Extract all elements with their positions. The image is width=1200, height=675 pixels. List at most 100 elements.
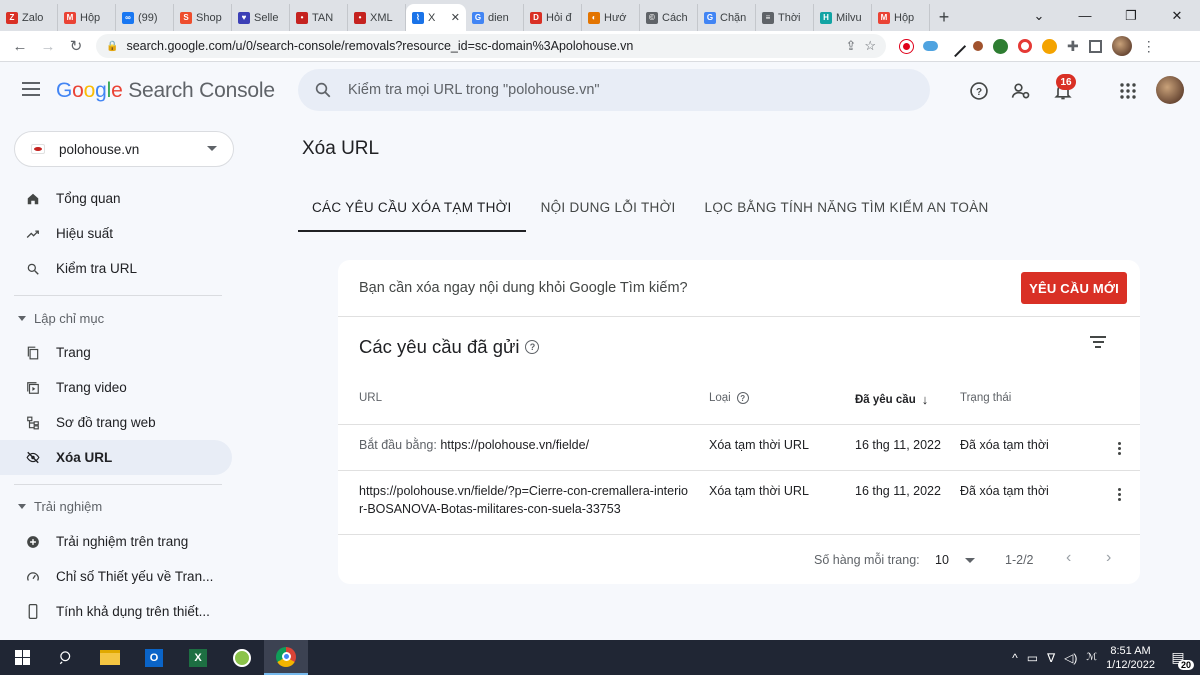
account-avatar[interactable] [1156, 76, 1184, 104]
volume-icon[interactable]: ◁) [1064, 651, 1077, 665]
sidebar-item-removals[interactable]: Xóa URL [0, 440, 232, 475]
vpn-icon[interactable]: ∇ [1047, 651, 1055, 665]
reload-icon[interactable]: ↻ [62, 32, 90, 60]
browser-tab[interactable]: © Cách [640, 4, 698, 31]
eye-off-icon [26, 450, 40, 465]
cookie-extension-icon[interactable] [973, 41, 983, 51]
sidebar-item-overview[interactable]: Tổng quan [0, 181, 232, 216]
chrome-taskbar-icon[interactable] [264, 640, 308, 675]
tab-label: Hỏi đ [546, 11, 572, 24]
row-status: Đã xóa tạm thời [960, 438, 1049, 452]
rows-per-page-select[interactable]: 10 [935, 553, 975, 567]
new-request-button[interactable]: YÊU CẦU MỚI [1021, 272, 1127, 304]
filter-icon[interactable] [1090, 336, 1106, 348]
search-icon[interactable] [44, 640, 88, 675]
browser-tab[interactable]: ◐ Hướ [582, 4, 640, 31]
help-circle-icon[interactable]: ? [736, 392, 749, 404]
target-extension-icon[interactable] [1018, 39, 1032, 53]
browser-tab[interactable]: • TAN [290, 4, 348, 31]
sidebar-item-performance[interactable]: Hiệu suất [0, 216, 232, 251]
profile-avatar-icon[interactable] [1111, 36, 1132, 56]
next-page-icon[interactable]: › [1106, 549, 1111, 567]
more-options-icon[interactable] [1118, 488, 1122, 501]
badge-extension-icon[interactable] [1042, 38, 1057, 54]
users-settings-icon[interactable] [1009, 79, 1033, 103]
sidebar-item-page-experience[interactable]: Trải nghiệm trên trang [0, 524, 232, 559]
sidebar-item-core-web-vitals[interactable]: Chỉ số Thiết yếu về Tran... [0, 559, 232, 594]
sidebar-item-sitemaps[interactable]: Sơ đồ trang web [0, 405, 232, 440]
url-text[interactable]: search.google.com/u/0/search-console/rem… [126, 39, 837, 53]
outlook-icon[interactable]: O [132, 640, 176, 675]
omnibox[interactable]: 🔒 search.google.com/u/0/search-console/r… [96, 34, 886, 58]
browser-tab[interactable]: Gdien [466, 4, 524, 31]
cloud-extension-icon[interactable] [923, 41, 938, 51]
column-header-type[interactable]: Loại ? [709, 392, 749, 404]
opera-extension-icon[interactable] [900, 39, 913, 53]
url-inspection-search[interactable] [298, 69, 930, 111]
file-explorer-icon[interactable] [88, 640, 132, 675]
tab-safesearch-filtering[interactable]: LỌC BẰNG TÍNH NĂNG TÌM KIẾM AN TOÀN [691, 184, 1003, 230]
restore-icon[interactable]: ❐ [1108, 0, 1154, 31]
more-options-icon[interactable] [1118, 442, 1122, 455]
sidebar-item-video-pages[interactable]: Trang video [0, 370, 232, 405]
excel-icon[interactable]: X [176, 640, 220, 675]
share-icon[interactable]: ⇪ [845, 38, 856, 54]
close-window-icon[interactable]: ✕ [1154, 0, 1200, 31]
help-icon[interactable]: ? [967, 79, 991, 103]
property-selector[interactable]: polohouse.vn [14, 131, 234, 167]
previous-page-icon[interactable]: ‹ [1066, 549, 1071, 567]
tab-label: Shop [196, 11, 222, 24]
section-experience[interactable]: Trải nghiệm [0, 492, 232, 520]
tab-label: (99) [138, 11, 158, 24]
browser-tab[interactable]: M Hộp [872, 4, 930, 31]
search-input[interactable] [348, 82, 868, 98]
action-center-icon[interactable]: ▤ 20 [1164, 646, 1194, 670]
browser-tab[interactable]: ♥ Selle [232, 4, 290, 31]
forward-icon[interactable]: → [34, 32, 62, 60]
main-menu-icon[interactable] [22, 82, 40, 96]
taskbar-clock[interactable]: 8:51 AM 1/12/2022 [1106, 644, 1155, 672]
tab-temporary-removals[interactable]: CÁC YÊU CẦU XÓA TẠM THỜI [298, 184, 526, 232]
browser-tab[interactable]: ≡ Thời [756, 4, 814, 31]
table-row[interactable]: https://polohouse.vn/fielde/?p=Cierre-co… [338, 470, 1140, 534]
tray-expand-icon[interactable]: ^ [1012, 651, 1018, 665]
windows-start-icon[interactable] [0, 640, 44, 675]
tab-favicon-icon: ⌇ [412, 11, 424, 24]
green-app-icon[interactable] [220, 640, 264, 675]
browser-tab[interactable]: ⌇ X ✕ [406, 4, 466, 31]
tab-search-icon[interactable]: ⌄ [1016, 0, 1062, 31]
browser-tab[interactable]: D Hỏi đ [524, 4, 582, 31]
language-icon[interactable]: ℳ [1086, 652, 1097, 663]
back-icon[interactable]: ← [6, 32, 34, 60]
tab-outdated-content[interactable]: NỘI DUNG LỖI THỜI [527, 184, 690, 230]
column-header-status[interactable]: Trạng thái [960, 392, 1011, 404]
pen-extension-icon[interactable] [944, 35, 967, 57]
puzzle-extension-icon[interactable]: ✚ [1067, 38, 1079, 55]
sidebar-item-pages[interactable]: Trang [0, 335, 232, 370]
column-header-url: URL [359, 392, 383, 404]
sidepanel-icon[interactable] [1088, 39, 1102, 53]
new-tab-button[interactable]: + [930, 4, 958, 31]
apps-grid-icon[interactable] [1116, 79, 1140, 103]
bookmark-star-icon[interactable]: ☆ [864, 38, 876, 54]
submitted-requests-heading: Các yêu cầu đã gửi ? [359, 336, 540, 358]
close-tab-icon[interactable]: ✕ [451, 11, 460, 24]
globe-extension-icon[interactable] [993, 38, 1008, 54]
help-circle-icon[interactable]: ? [525, 340, 540, 354]
browser-tab[interactable]: M Hộp [58, 4, 116, 31]
sidebar-item-mobile-usability[interactable]: Tính khả dụng trên thiết... [0, 594, 232, 629]
browser-tab[interactable]: • XML [348, 4, 406, 31]
search-console-logo[interactable]: Google Search Console [56, 79, 275, 103]
minimize-icon[interactable]: — [1062, 0, 1108, 31]
browser-tab[interactable]: S Shop [174, 4, 232, 31]
column-header-requested[interactable]: Đã yêu cầu ↓ [855, 392, 928, 407]
browser-tab[interactable]: Z Zalo [0, 4, 58, 31]
sidebar-item-url-inspection[interactable]: Kiểm tra URL [0, 251, 232, 286]
browser-tab[interactable]: H Milvu [814, 4, 872, 31]
browser-tab[interactable]: G Chặn [698, 4, 756, 31]
network-icon[interactable]: ▭ [1027, 651, 1038, 665]
table-row[interactable]: Bắt đầu bằng: https://polohouse.vn/field… [338, 424, 1140, 471]
section-indexing[interactable]: Lập chỉ mục [0, 304, 232, 332]
chrome-menu-icon[interactable]: ⋮ [1142, 38, 1156, 55]
browser-tab[interactable]: ∞ (99) [116, 4, 174, 31]
